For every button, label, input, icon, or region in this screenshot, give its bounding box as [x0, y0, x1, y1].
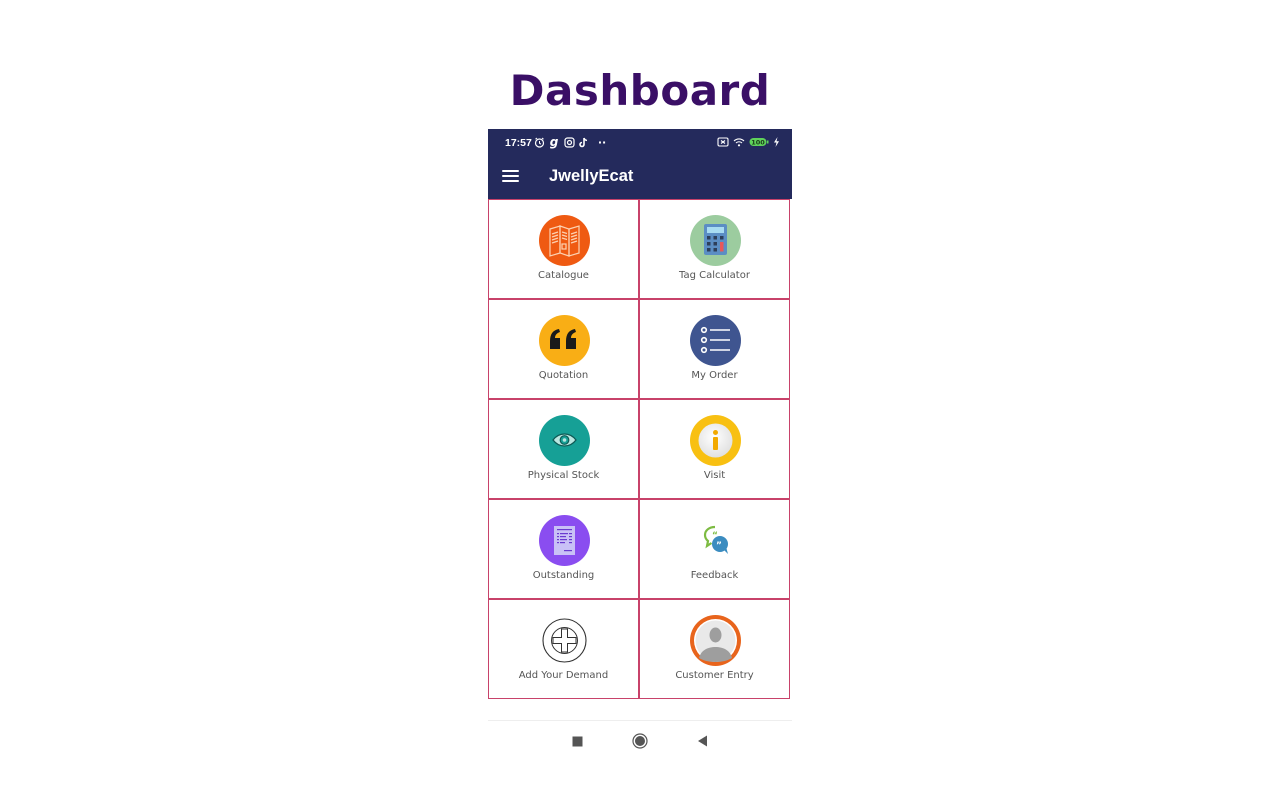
- tile-outstanding[interactable]: Outstanding: [488, 499, 639, 599]
- quote-icon: [539, 315, 590, 366]
- svg-text:”: ”: [716, 541, 722, 551]
- tile-label: Add Your Demand: [518, 670, 609, 681]
- instagram-icon: [563, 135, 575, 149]
- system-nav-bar: [488, 720, 792, 801]
- status-bar: 17:57 g ·· 100: [488, 129, 792, 157]
- tile-visit[interactable]: Visit: [639, 399, 790, 499]
- tile-physical-stock[interactable]: Physical Stock: [488, 399, 639, 499]
- wifi-icon: [733, 135, 745, 149]
- tile-label: Feedback: [690, 570, 739, 581]
- alarm-icon: [533, 135, 545, 149]
- info-icon: [690, 415, 741, 466]
- add-circle-icon: [539, 615, 590, 666]
- list-icon: [690, 315, 741, 366]
- tile-tag-calculator[interactable]: Tag Calculator: [639, 199, 790, 299]
- tile-add-your-demand[interactable]: Add Your Demand: [488, 599, 639, 699]
- tile-feedback[interactable]: “ ” Feedback: [639, 499, 790, 599]
- eye-icon: [539, 415, 590, 466]
- charging-icon: [770, 135, 782, 149]
- recents-button[interactable]: [567, 731, 587, 751]
- tile-customer-entry[interactable]: Customer Entry: [639, 599, 790, 699]
- tile-label: Physical Stock: [527, 470, 600, 481]
- tile-label: Visit: [703, 470, 726, 481]
- sim-off-icon: [717, 135, 729, 149]
- tile-label: Customer Entry: [675, 670, 754, 681]
- chat-bubbles-icon: “ ”: [690, 515, 741, 566]
- tile-label: Quotation: [538, 370, 589, 381]
- more-dots-icon: ··: [597, 135, 607, 149]
- page-title: Dashboard: [509, 66, 771, 115]
- battery-icon: 100: [749, 135, 769, 149]
- tile-catalogue[interactable]: Catalogue: [488, 199, 639, 299]
- tile-label: Outstanding: [532, 570, 595, 581]
- tile-label: My Order: [691, 370, 738, 381]
- back-button[interactable]: [692, 731, 712, 751]
- app-bar: JwellyEcat: [488, 157, 792, 199]
- tile-label: Catalogue: [538, 270, 589, 281]
- home-button[interactable]: [630, 731, 650, 751]
- app-title: JwellyEcat: [549, 167, 634, 185]
- calculator-icon: [690, 215, 741, 266]
- tile-label: Tag Calculator: [679, 270, 750, 281]
- tile-my-order[interactable]: My Order: [639, 299, 790, 399]
- phone-screen: 17:57 g ·· 100 JwellyEcat Catalogue Tag …: [488, 129, 792, 800]
- battery-level: 100: [751, 139, 765, 147]
- tile-quotation[interactable]: Quotation: [488, 299, 639, 399]
- status-time: 17:57: [505, 137, 532, 149]
- document-icon: [539, 515, 590, 566]
- dashboard-grid: Catalogue Tag Calculator Quotation My Or…: [488, 199, 792, 702]
- g-app-icon: g: [549, 135, 559, 149]
- hamburger-menu-icon[interactable]: [502, 169, 520, 185]
- tiktok-icon: [578, 135, 590, 149]
- user-avatar-icon: [690, 615, 741, 666]
- catalogue-icon: [539, 215, 590, 266]
